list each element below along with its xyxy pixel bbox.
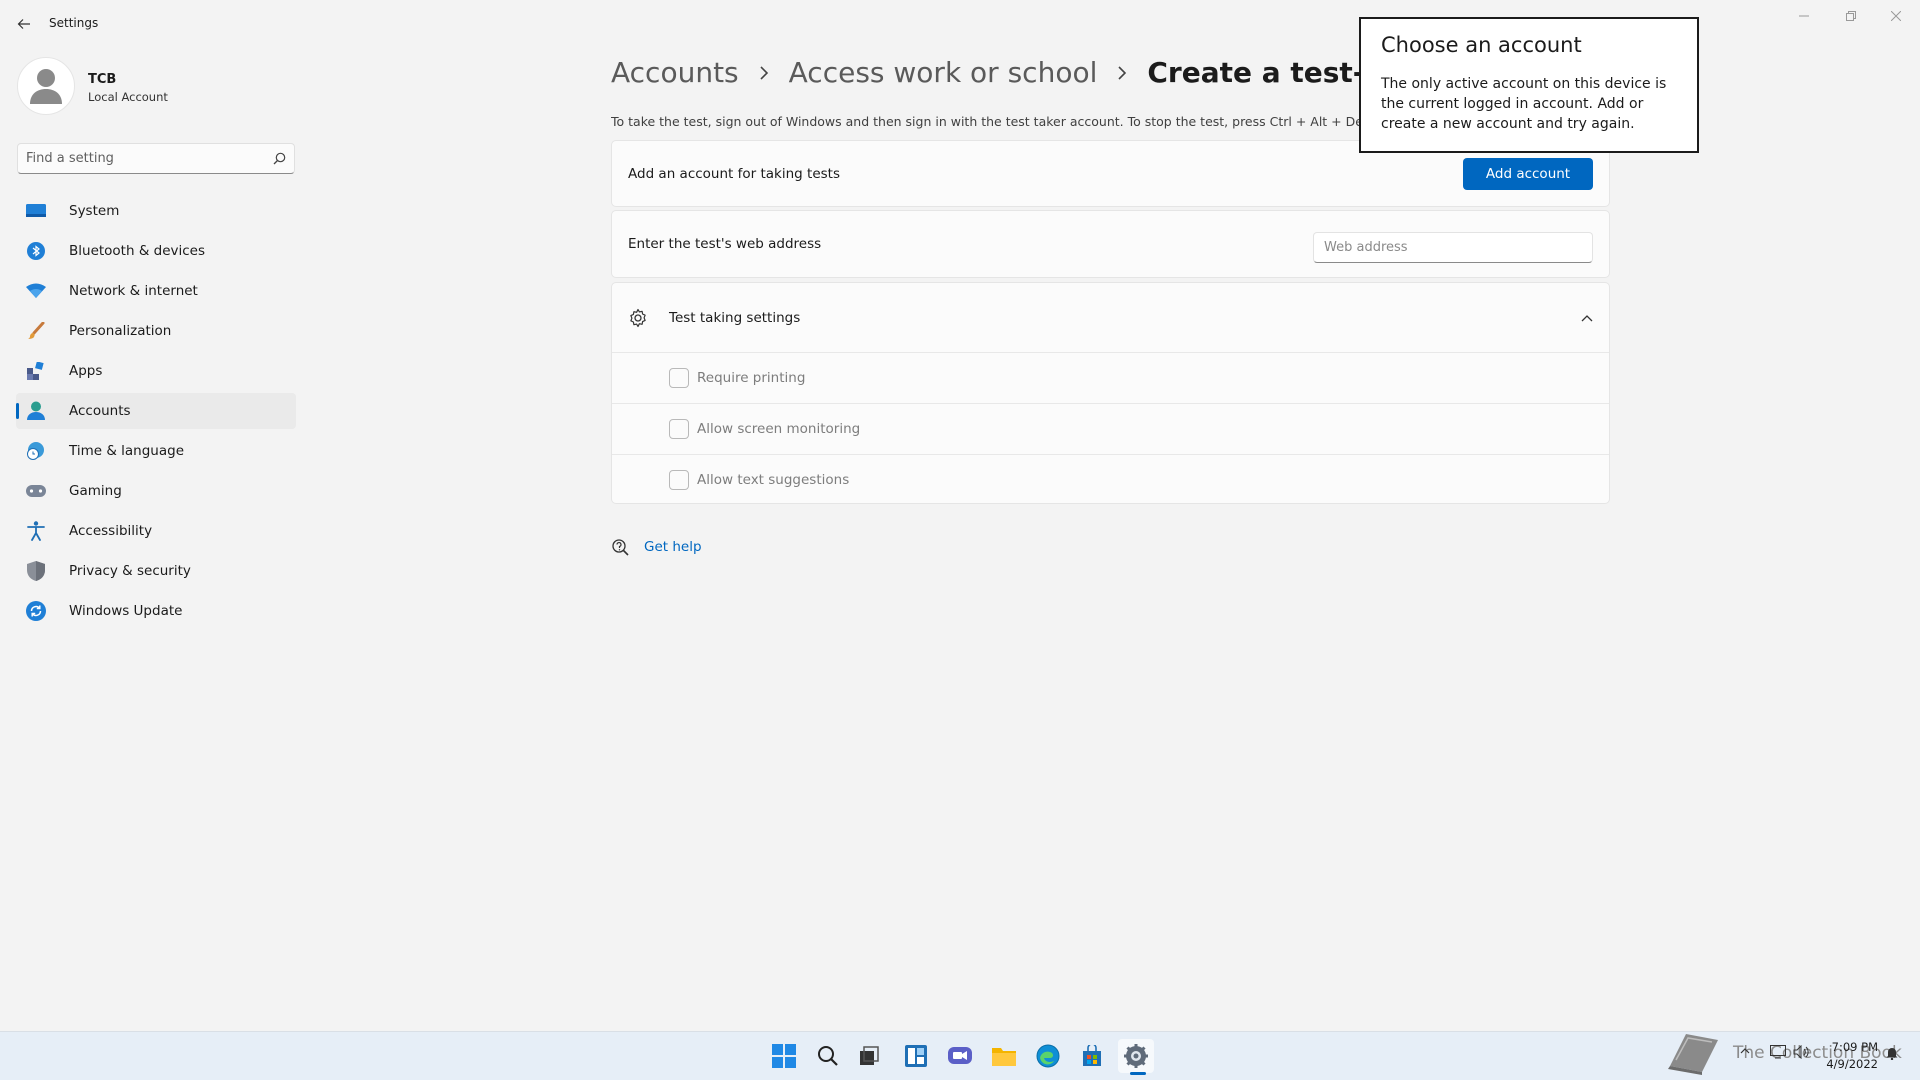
bluetooth-icon bbox=[26, 241, 46, 261]
start-icon[interactable] bbox=[766, 1039, 802, 1073]
maximize-button[interactable] bbox=[1831, 6, 1871, 26]
gamepad-icon bbox=[26, 481, 46, 501]
wifi-icon bbox=[26, 281, 46, 301]
breadcrumb-accounts[interactable]: Accounts bbox=[611, 56, 739, 89]
get-help-link[interactable]: Get help bbox=[644, 539, 702, 555]
sidebar-item-gaming[interactable]: Gaming bbox=[16, 473, 296, 509]
search-box[interactable] bbox=[17, 143, 295, 174]
network-icon[interactable] bbox=[1770, 1045, 1786, 1059]
back-arrow-icon bbox=[17, 19, 30, 29]
notification-bell-icon[interactable] bbox=[1885, 1046, 1899, 1060]
test-settings-title: Test taking settings bbox=[669, 309, 801, 326]
sidebar-item-label: Gaming bbox=[69, 483, 122, 499]
accounts-icon bbox=[26, 401, 46, 421]
back-button[interactable] bbox=[12, 12, 36, 36]
sidebar-item-label: Personalization bbox=[69, 323, 172, 339]
chevron-right-icon bbox=[759, 65, 769, 80]
settings-app-icon[interactable] bbox=[1118, 1039, 1154, 1073]
close-button[interactable] bbox=[1876, 6, 1916, 26]
active-app-indicator bbox=[1130, 1072, 1146, 1075]
app-title: Settings bbox=[49, 16, 99, 30]
sidebar-item-label: Accessibility bbox=[69, 523, 153, 539]
search-icon[interactable] bbox=[273, 152, 286, 165]
option-allow-text-suggestions[interactable]: Allow text suggestions bbox=[612, 454, 1609, 504]
test-settings-header[interactable]: Test taking settings bbox=[612, 283, 1609, 352]
search-input[interactable] bbox=[26, 151, 273, 166]
chevron-up-icon[interactable] bbox=[1581, 314, 1593, 322]
test-settings-expander: Test taking settings Require printing Al… bbox=[611, 282, 1610, 504]
widgets-icon[interactable] bbox=[898, 1039, 934, 1073]
sidebar-item-windows-update[interactable]: Windows Update bbox=[16, 593, 296, 629]
book-logo-icon bbox=[1666, 1030, 1722, 1076]
user-name: TCB bbox=[88, 72, 117, 87]
help-icon[interactable] bbox=[611, 538, 629, 556]
page-description: To take the test, sign out of Windows an… bbox=[611, 114, 1361, 129]
sidebar-item-privacy-security[interactable]: Privacy & security bbox=[16, 553, 296, 589]
sidebar-item-label: Apps bbox=[69, 363, 103, 379]
sidebar-item-label: Time & language bbox=[69, 443, 185, 459]
shield-icon bbox=[26, 561, 46, 581]
accessibility-icon bbox=[26, 521, 46, 541]
system-icon bbox=[26, 201, 46, 221]
gear-icon bbox=[628, 308, 650, 328]
globe-clock-icon bbox=[26, 441, 46, 461]
sidebar-item-accessibility[interactable]: Accessibility bbox=[16, 513, 296, 549]
store-icon[interactable] bbox=[1074, 1039, 1110, 1073]
sidebar-item-system[interactable]: System bbox=[16, 193, 296, 229]
speaker-icon[interactable] bbox=[1793, 1045, 1809, 1059]
allow-screen-monitoring-checkbox[interactable] bbox=[669, 419, 689, 439]
clock-date[interactable]: 4/9/2022 bbox=[1822, 1057, 1878, 1071]
sidebar-item-label: Accounts bbox=[69, 403, 131, 419]
breadcrumb-access-work-school[interactable]: Access work or school bbox=[789, 56, 1098, 89]
sidebar-item-label: Bluetooth & devices bbox=[69, 243, 206, 259]
web-address-label: Enter the test's web address bbox=[628, 236, 822, 252]
add-account-label: Add an account for taking tests bbox=[628, 165, 840, 182]
search-icon[interactable] bbox=[810, 1039, 846, 1073]
user-silhouette-icon bbox=[30, 69, 62, 104]
edge-browser-icon[interactable] bbox=[1030, 1039, 1066, 1073]
update-icon bbox=[26, 601, 46, 621]
allow-text-suggestions-checkbox[interactable] bbox=[669, 469, 689, 490]
task-view-icon[interactable] bbox=[852, 1039, 888, 1073]
sidebar-item-label: System bbox=[69, 203, 120, 219]
minimize-icon bbox=[1799, 15, 1809, 17]
sidebar-item-network[interactable]: Network & internet bbox=[16, 273, 296, 309]
require-printing-checkbox[interactable] bbox=[669, 368, 689, 388]
sidebar-item-time-language[interactable]: Time & language bbox=[16, 433, 296, 469]
avatar[interactable] bbox=[17, 57, 75, 115]
page-title: Create a test-taking a bbox=[1147, 56, 1361, 89]
file-explorer-icon[interactable] bbox=[986, 1039, 1022, 1073]
sidebar-item-apps[interactable]: Apps bbox=[16, 353, 296, 389]
brush-icon bbox=[26, 321, 46, 341]
dialog-message: The only active account on this device i… bbox=[1381, 76, 1667, 132]
restore-icon bbox=[1846, 11, 1856, 21]
apps-icon bbox=[26, 361, 46, 381]
minimize-button[interactable] bbox=[1784, 6, 1824, 26]
web-address-card: Enter the test's web address bbox=[611, 210, 1610, 278]
user-account-type: Local Account bbox=[88, 90, 168, 104]
breadcrumb: Accounts Access work or school Create a … bbox=[611, 56, 1361, 89]
option-label: Require printing bbox=[697, 370, 806, 386]
sidebar-item-bluetooth[interactable]: Bluetooth & devices bbox=[16, 233, 296, 269]
chevron-up-icon[interactable] bbox=[1740, 1047, 1750, 1054]
clock-time[interactable]: 7:09 PM bbox=[1830, 1040, 1878, 1054]
chevron-right-icon bbox=[1117, 65, 1127, 80]
option-allow-screen-monitoring[interactable]: Allow screen monitoring bbox=[612, 403, 1609, 454]
option-label: Allow text suggestions bbox=[697, 471, 850, 488]
option-require-printing[interactable]: Require printing bbox=[612, 352, 1609, 403]
web-address-input[interactable] bbox=[1313, 231, 1593, 263]
close-icon bbox=[1891, 11, 1901, 21]
option-label: Allow screen monitoring bbox=[697, 421, 861, 437]
sidebar-item-label: Windows Update bbox=[69, 603, 183, 619]
chat-icon[interactable] bbox=[942, 1039, 978, 1073]
dialog-title: Choose an account bbox=[1381, 33, 1582, 57]
add-account-button[interactable]: Add account bbox=[1463, 157, 1593, 190]
sidebar-nav: System Bluetooth & devices Network & int… bbox=[16, 193, 296, 633]
sidebar-item-label: Network & internet bbox=[69, 283, 198, 299]
sidebar-item-personalization[interactable]: Personalization bbox=[16, 313, 296, 349]
choose-account-dialog: Choose an account The only active accoun… bbox=[1359, 17, 1699, 153]
sidebar-item-label: Privacy & security bbox=[69, 563, 191, 579]
sidebar-item-accounts[interactable]: Accounts bbox=[16, 393, 296, 429]
